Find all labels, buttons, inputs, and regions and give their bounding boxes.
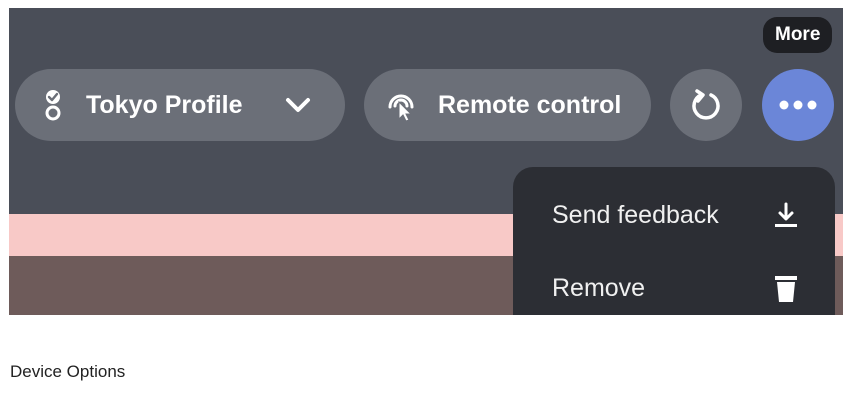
profile-status-icon bbox=[43, 88, 63, 122]
profile-label: Tokyo Profile bbox=[86, 90, 243, 119]
refresh-button[interactable] bbox=[670, 69, 742, 141]
menu-item-label: Remove bbox=[552, 273, 646, 302]
remote-control-button[interactable]: Remote control bbox=[364, 69, 651, 141]
remote-touch-icon bbox=[384, 87, 418, 123]
download-icon bbox=[771, 200, 801, 230]
caption-text: Device Options bbox=[10, 362, 126, 381]
profile-selector[interactable]: Tokyo Profile bbox=[15, 69, 345, 141]
more-button[interactable] bbox=[762, 69, 834, 141]
chevron-down-icon bbox=[285, 97, 311, 113]
menu-item-send-feedback[interactable]: Send feedback bbox=[513, 183, 835, 247]
more-menu: Send feedback Remove bbox=[513, 167, 835, 315]
more-tooltip: More bbox=[763, 17, 833, 53]
menu-item-label: Send feedback bbox=[552, 200, 719, 229]
refresh-icon bbox=[689, 88, 723, 122]
remote-control-label: Remote control bbox=[438, 90, 622, 119]
app-screen: Tokyo Profile Remote control More Send f… bbox=[9, 8, 843, 315]
menu-item-remove[interactable]: Remove bbox=[513, 256, 835, 315]
trash-icon bbox=[771, 273, 801, 303]
more-dots-icon bbox=[779, 100, 817, 110]
